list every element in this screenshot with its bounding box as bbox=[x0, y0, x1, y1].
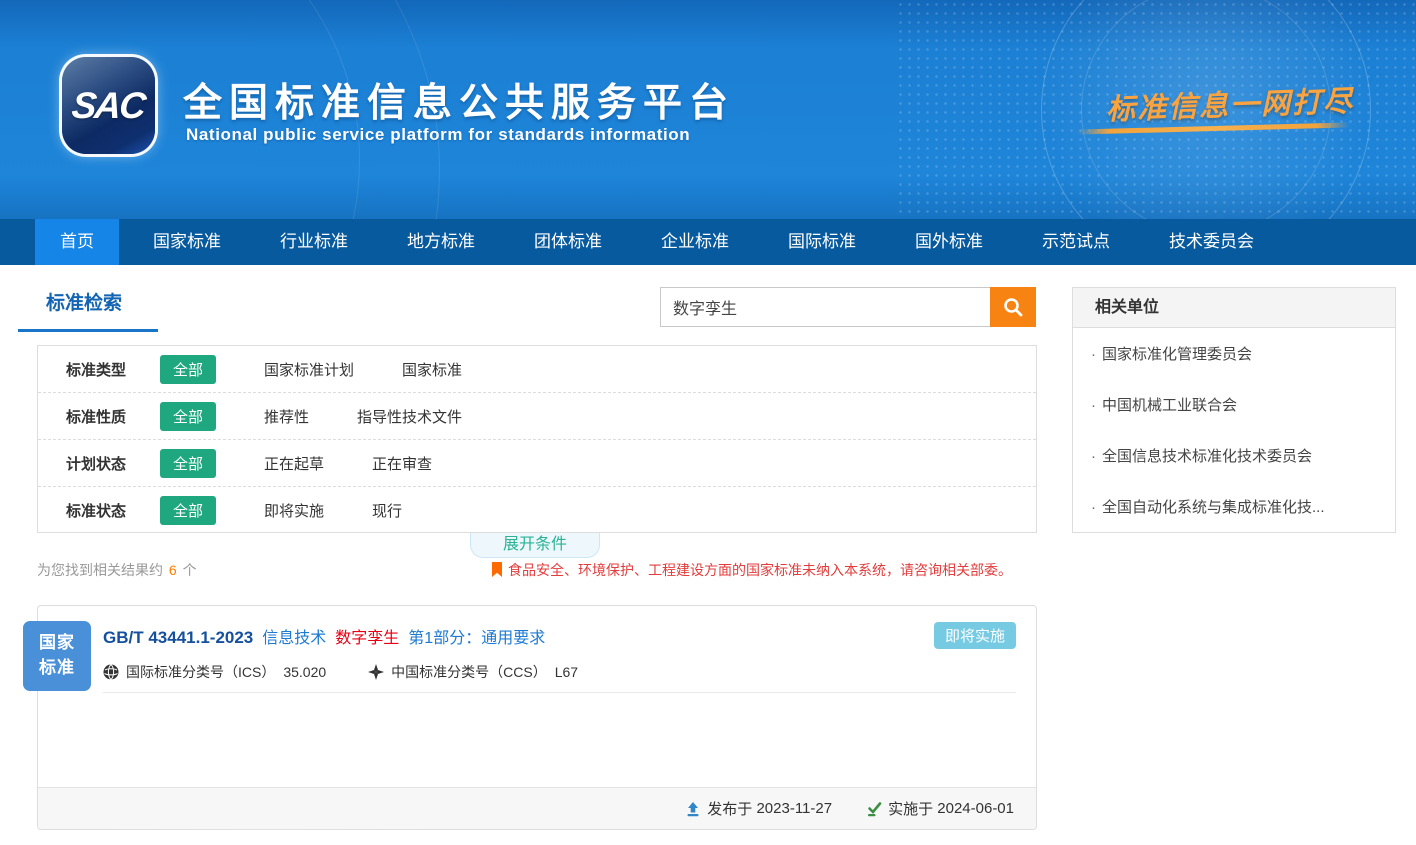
nav-item-enterprise-standards[interactable]: 企业标准 bbox=[636, 219, 754, 265]
filter-all-button[interactable]: 全部 bbox=[160, 449, 216, 478]
related-units-title: 相关单位 bbox=[1073, 288, 1395, 328]
nav-item-local-standards[interactable]: 地方标准 bbox=[382, 219, 500, 265]
filter-label: 标准类型 bbox=[66, 359, 130, 380]
nav-item-industry-standards[interactable]: 行业标准 bbox=[255, 219, 373, 265]
bullet: · bbox=[1091, 397, 1096, 414]
globe-icon bbox=[103, 664, 119, 680]
page: SAC 全国标准信息公共服务平台 National public service… bbox=[0, 0, 1416, 845]
sac-logo-text: SAC bbox=[70, 85, 147, 127]
related-units-panel: 相关单位 · 国家标准化管理委员会 · 中国机械工业联合会 · 全国信息技术标准化技术… bbox=[1072, 287, 1396, 533]
section-underline-decoration bbox=[18, 329, 158, 332]
divider bbox=[103, 692, 1016, 693]
filter-row-standard-type: 标准类型 全部 国家标准计划 国家标准 bbox=[38, 346, 1036, 393]
result-summary: 为您找到相关结果约 6 个 bbox=[37, 560, 197, 580]
nav-item-international-standards[interactable]: 国际标准 bbox=[763, 219, 881, 265]
standard-title: GB/T 43441.1-2023 信息技术 数字孪生 第1部分：通用要求 bbox=[103, 624, 545, 648]
sac-logo[interactable]: SAC bbox=[62, 57, 155, 154]
search-area bbox=[660, 287, 1036, 327]
ccs-label: 中国标准分类号（CCS） bbox=[391, 662, 547, 682]
filter-label: 计划状态 bbox=[66, 453, 130, 474]
publish-icon bbox=[685, 801, 701, 817]
nav-item-technical-committee[interactable]: 技术委员会 bbox=[1144, 219, 1279, 265]
result-count: 6 bbox=[169, 562, 177, 578]
card-footer: 发布于 2023-11-27 实施于 2024-06-01 bbox=[38, 787, 1036, 829]
search-input[interactable] bbox=[660, 287, 990, 327]
implement-date-group: 实施于 2024-06-01 bbox=[866, 798, 1014, 819]
filter-all-button[interactable]: 全部 bbox=[160, 496, 216, 525]
publish-label: 发布于 bbox=[707, 798, 752, 819]
related-unit-label: 全国自动化系统与集成标准化技... bbox=[1102, 499, 1325, 516]
expand-conditions-button[interactable]: 展开条件 bbox=[470, 533, 600, 558]
filter-all-button[interactable]: 全部 bbox=[160, 355, 216, 384]
standard-title-text[interactable]: 第1部分：通用要求 bbox=[408, 624, 545, 648]
status-badge: 即将实施 bbox=[934, 622, 1016, 649]
header-banner: SAC 全国标准信息公共服务平台 National public service… bbox=[0, 0, 1416, 219]
main-nav: 首页 国家标准 行业标准 地方标准 团体标准 企业标准 国际标准 国外标准 示范… bbox=[0, 219, 1416, 265]
filter-option[interactable]: 推荐性 bbox=[264, 406, 309, 427]
section-head: 标准检索 bbox=[18, 288, 122, 315]
national-standard-badge: 国家 标准 bbox=[23, 621, 91, 691]
related-unit-link[interactable]: · 国家标准化管理委员会 bbox=[1073, 328, 1395, 379]
related-unit-link[interactable]: · 全国自动化系统与集成标准化技... bbox=[1073, 481, 1395, 532]
filter-label: 标准性质 bbox=[66, 406, 130, 427]
ccs-value: L67 bbox=[555, 664, 578, 680]
result-info-row: 为您找到相关结果约 6 个 食品安全、环境保护、工程建设方面的国家标准未纳入本系… bbox=[37, 560, 1012, 580]
bullet: · bbox=[1091, 499, 1096, 516]
nav-item-group-standards[interactable]: 团体标准 bbox=[509, 219, 627, 265]
bullet: · bbox=[1091, 448, 1096, 465]
classification-meta: 国际标准分类号（ICS） 35.020 中国标准分类号（CCS） L67 bbox=[103, 662, 578, 682]
badge-line2: 标准 bbox=[39, 656, 75, 681]
badge-line1: 国家 bbox=[39, 631, 75, 656]
search-button[interactable] bbox=[990, 287, 1036, 327]
ics-value: 35.020 bbox=[283, 664, 326, 680]
publish-date-group: 发布于 2023-11-27 bbox=[685, 798, 832, 819]
implement-date: 2024-06-01 bbox=[937, 800, 1014, 817]
nav-item-foreign-standards[interactable]: 国外标准 bbox=[890, 219, 1008, 265]
nav-item-home[interactable]: 首页 bbox=[35, 219, 119, 265]
nav-item-pilot[interactable]: 示范试点 bbox=[1017, 219, 1135, 265]
search-icon bbox=[1002, 296, 1024, 318]
bookmark-icon bbox=[491, 562, 503, 578]
standard-title-text[interactable]: 信息技术 bbox=[262, 624, 326, 648]
site-subtitle: National public service platform for sta… bbox=[186, 125, 690, 145]
system-notice: 食品安全、环境保护、工程建设方面的国家标准未纳入本系统，请咨询相关部委。 bbox=[491, 560, 1012, 580]
standard-title-highlight[interactable]: 数字孪生 bbox=[335, 624, 399, 648]
filter-label: 标准状态 bbox=[66, 500, 130, 521]
filter-option[interactable]: 国家标准计划 bbox=[264, 359, 354, 380]
filter-option[interactable]: 国家标准 bbox=[402, 359, 462, 380]
related-unit-label: 中国机械工业联合会 bbox=[1102, 397, 1237, 414]
filter-box: 标准类型 全部 国家标准计划 国家标准 标准性质 全部 推荐性 指导性技术文件 … bbox=[37, 345, 1037, 533]
standard-code-link[interactable]: GB/T 43441.1-2023 bbox=[103, 628, 253, 648]
filter-row-plan-status: 计划状态 全部 正在起草 正在审查 bbox=[38, 440, 1036, 487]
related-unit-label: 国家标准化管理委员会 bbox=[1102, 346, 1252, 363]
filter-row-standard-status: 标准状态 全部 即将实施 现行 bbox=[38, 487, 1036, 534]
implement-label: 实施于 bbox=[888, 798, 933, 819]
ics-label: 国际标准分类号（ICS） bbox=[126, 662, 275, 682]
summary-prefix: 为您找到相关结果约 bbox=[37, 562, 163, 578]
related-unit-label: 全国信息技术标准化技术委员会 bbox=[1102, 448, 1312, 465]
page-title: 标准检索 bbox=[18, 288, 122, 315]
filter-row-standard-nature: 标准性质 全部 推荐性 指导性技术文件 bbox=[38, 393, 1036, 440]
result-card: 国家 标准 GB/T 43441.1-2023 信息技术 数字孪生 第1部分：通… bbox=[37, 605, 1037, 830]
summary-suffix: 个 bbox=[183, 562, 197, 578]
related-unit-link[interactable]: · 全国信息技术标准化技术委员会 bbox=[1073, 430, 1395, 481]
filter-option[interactable]: 指导性技术文件 bbox=[357, 406, 462, 427]
site-title: 全国标准信息公共服务平台 bbox=[183, 72, 735, 128]
filter-option[interactable]: 现行 bbox=[372, 500, 402, 521]
notice-text: 食品安全、环境保护、工程建设方面的国家标准未纳入本系统，请咨询相关部委。 bbox=[508, 560, 1012, 580]
filter-option[interactable]: 正在起草 bbox=[264, 453, 324, 474]
compass-icon bbox=[368, 664, 384, 680]
publish-date: 2023-11-27 bbox=[756, 800, 832, 817]
bullet: · bbox=[1091, 346, 1096, 363]
implement-icon bbox=[866, 801, 882, 817]
filter-all-button[interactable]: 全部 bbox=[160, 402, 216, 431]
filter-option[interactable]: 正在审查 bbox=[372, 453, 432, 474]
filter-option[interactable]: 即将实施 bbox=[264, 500, 324, 521]
related-unit-link[interactable]: · 中国机械工业联合会 bbox=[1073, 379, 1395, 430]
nav-item-national-standards[interactable]: 国家标准 bbox=[128, 219, 246, 265]
